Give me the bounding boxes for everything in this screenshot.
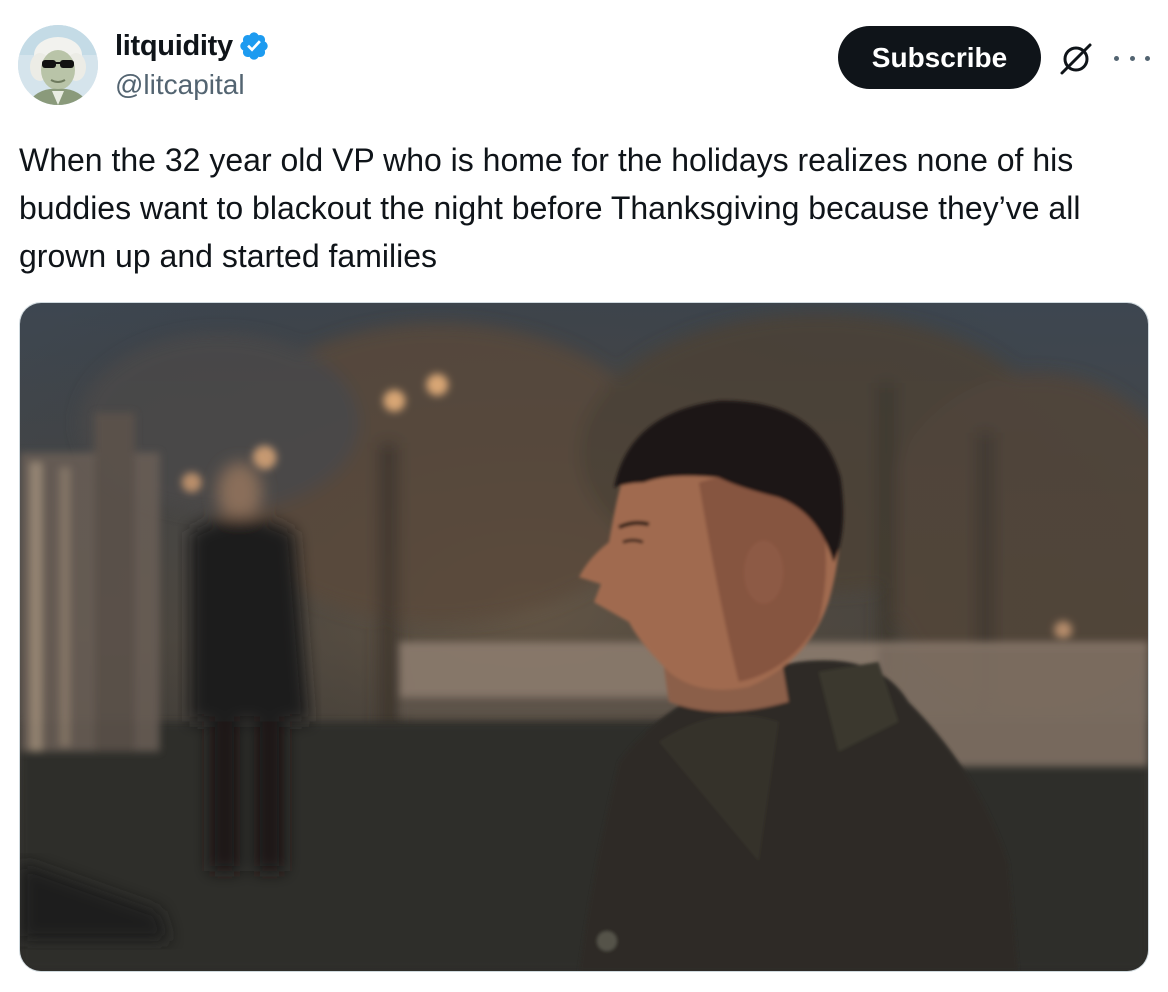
name-row: litquidity	[115, 26, 270, 66]
tweet-text: When the 32 year old VP who is home for …	[19, 142, 1081, 274]
display-name[interactable]: litquidity	[115, 30, 233, 63]
avatar[interactable]	[18, 25, 98, 105]
more-dot	[1145, 55, 1150, 61]
avatar-image	[18, 25, 98, 105]
handle[interactable]: @litcapital	[115, 66, 270, 104]
more-dot	[1129, 55, 1135, 61]
subscribe-button[interactable]: Subscribe	[838, 26, 1041, 89]
more-horizontal-icon[interactable]	[1114, 44, 1150, 72]
author-block: litquidity @litcapital	[115, 26, 270, 104]
tweet-photo[interactable]	[19, 302, 1149, 972]
photo-scene	[20, 303, 1148, 971]
verified-badge-icon[interactable]	[238, 30, 270, 62]
more-dot	[1114, 55, 1119, 61]
grok-slash-icon[interactable]	[1056, 39, 1096, 79]
